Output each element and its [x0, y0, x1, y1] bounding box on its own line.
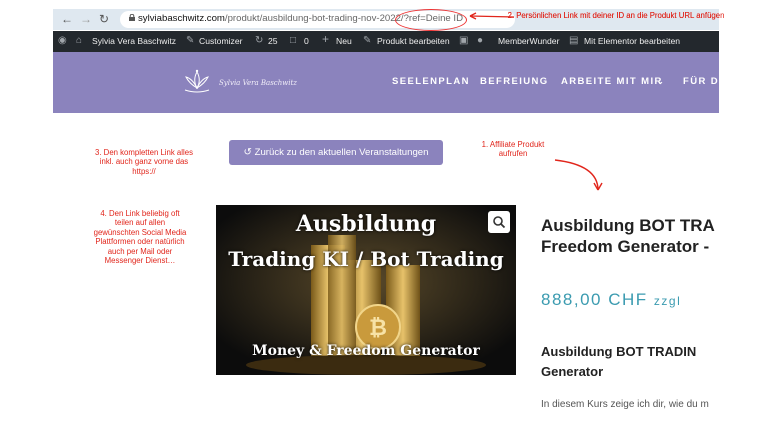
product-title: Ausbildung BOT TRA Freedom Generator -: [541, 215, 715, 257]
price-suffix: zzgl: [653, 294, 682, 308]
product-title-line2: Freedom Generator -: [541, 237, 710, 256]
section-heading-line2: Generator: [541, 364, 604, 379]
svg-text:₿: ₿: [369, 316, 387, 341]
section-heading-line1: Ausbildung BOT TRADIN: [541, 344, 697, 359]
image-title-line2: Trading KI / Bot Trading: [228, 247, 504, 271]
zoom-button[interactable]: [488, 211, 510, 233]
annotation-step-2-overlay: 2. Persönlichen Link mit deiner ID an di…: [507, 11, 725, 20]
section-heading: Ausbildung BOT TRADIN Generator: [541, 342, 696, 382]
product-price: 888,00 CHF zzgl: [541, 290, 681, 310]
magnifier-icon: [493, 216, 506, 229]
page-margin: [719, 0, 768, 427]
price-value: 888,00 CHF: [541, 290, 648, 309]
product-image[interactable]: ₿ Ausbildung Trading KI / Bot Trading Mo…: [216, 205, 516, 375]
image-title-line3: Money & Freedom Generator: [252, 343, 480, 359]
intro-text: In diesem Kurs zeige ich dir, wie du m: [541, 399, 709, 410]
product-title-line1: Ausbildung BOT TRA: [541, 216, 715, 235]
image-title-line1: Ausbildung: [295, 211, 437, 237]
